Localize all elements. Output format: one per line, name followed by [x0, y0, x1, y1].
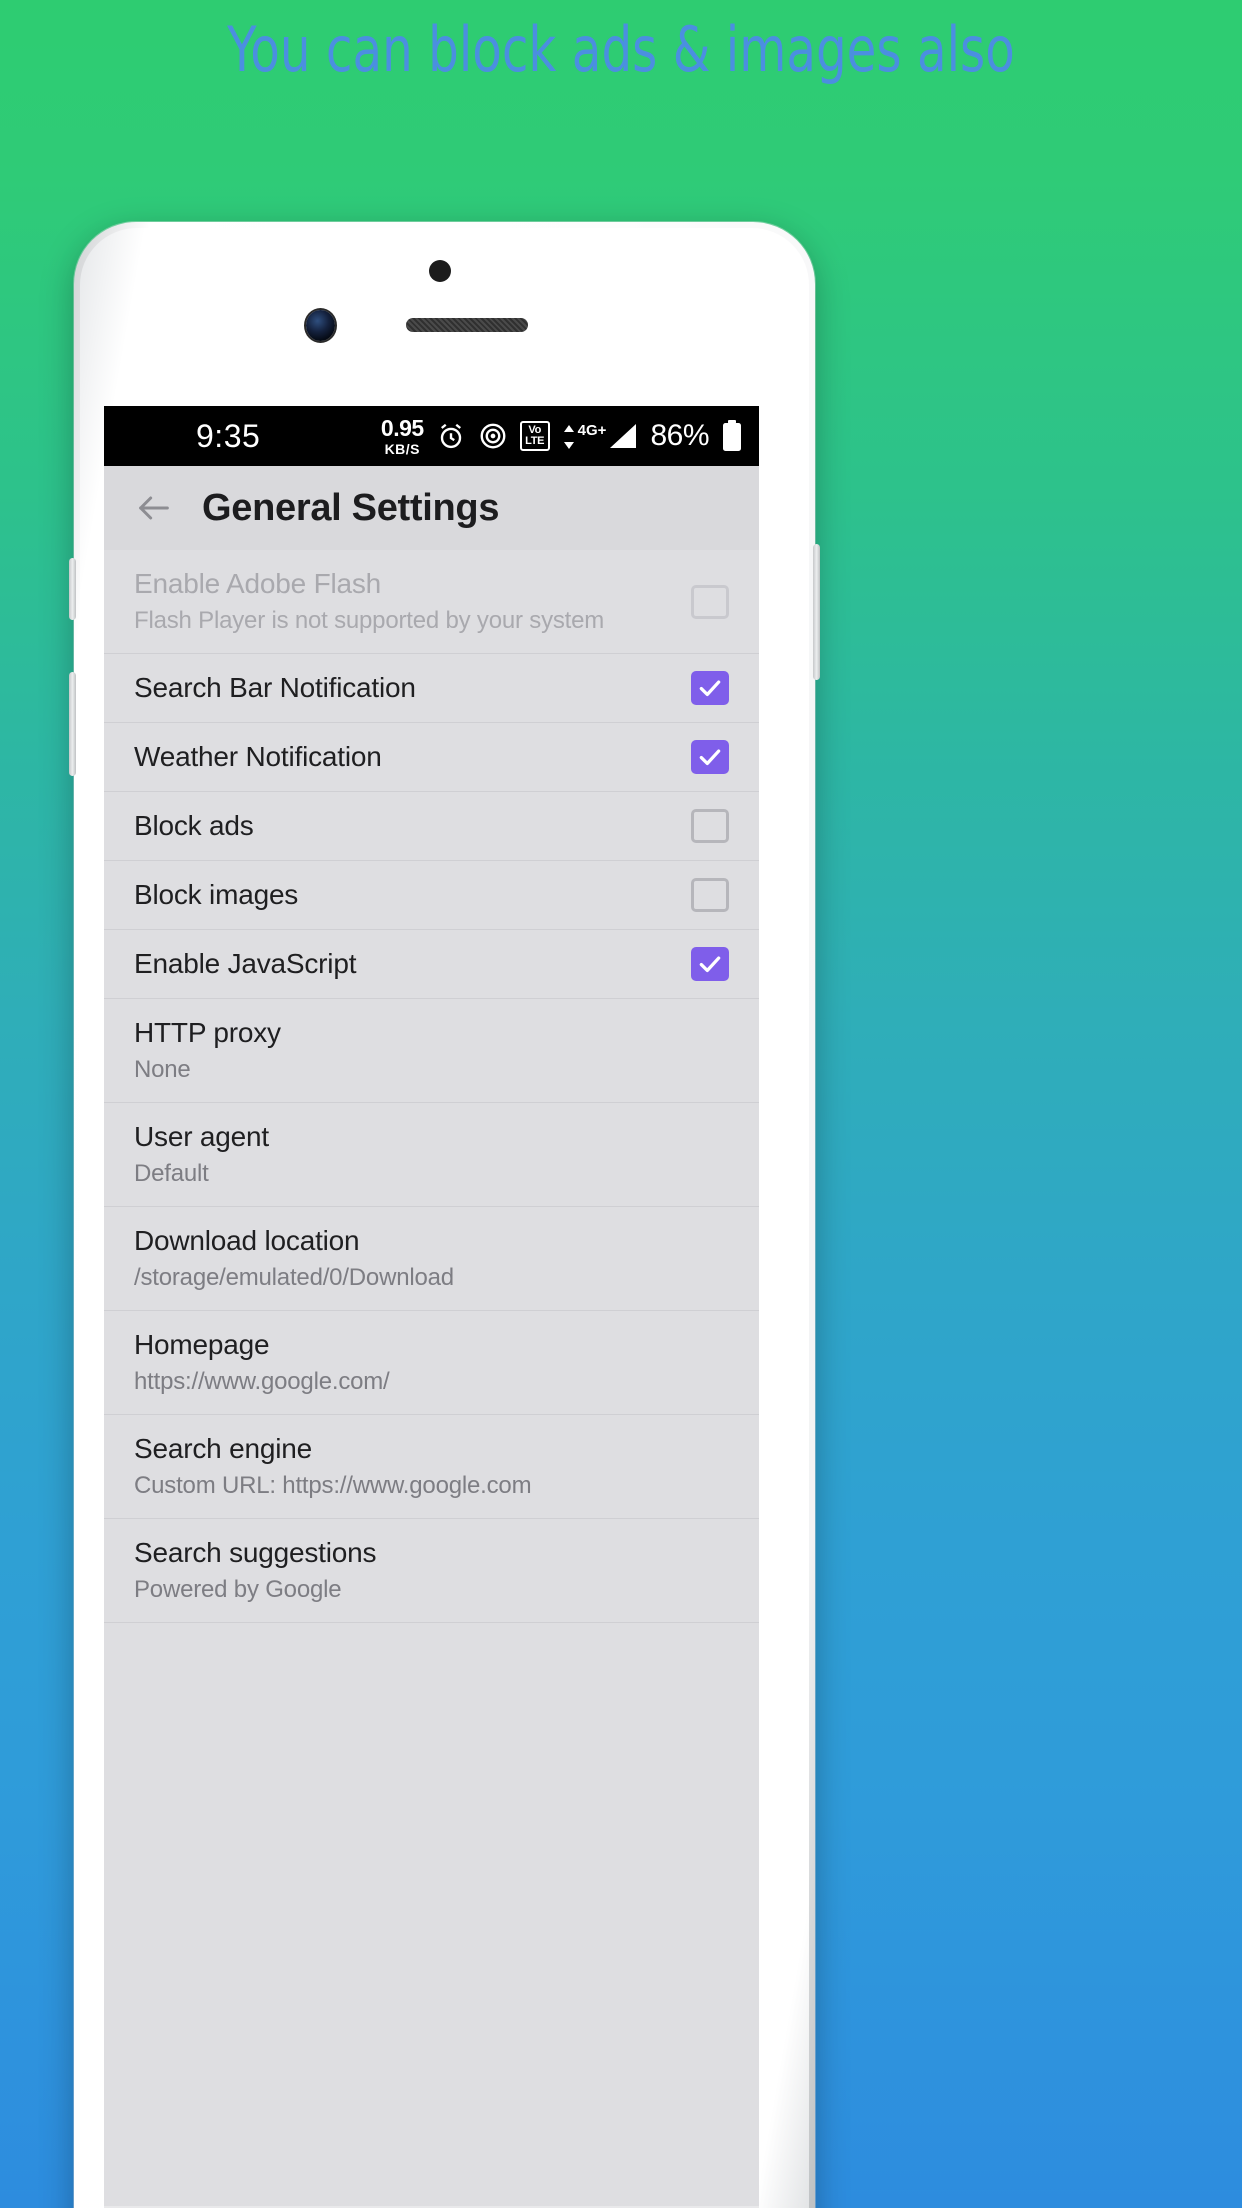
row-user-agent[interactable]: User agent Default	[104, 1103, 759, 1207]
row-text-group: Homepage https://www.google.com/	[134, 1328, 729, 1395]
status-bar: 9:35 0.95 KB/S Vo LTE 4G+ 86%	[104, 406, 759, 466]
arrow-left-icon[interactable]	[132, 486, 176, 530]
app-bar: General Settings	[104, 466, 759, 550]
checkbox-weather-notification[interactable]	[691, 740, 729, 774]
row-search-suggestions[interactable]: Search suggestions Powered by Google	[104, 1519, 759, 1623]
row-homepage[interactable]: Homepage https://www.google.com/	[104, 1311, 759, 1415]
battery-full-icon	[721, 420, 743, 452]
row-title: Search suggestions	[134, 1536, 377, 1568]
row-block-ads[interactable]: Block ads	[104, 792, 759, 861]
checkbox-search-bar-notification[interactable]	[691, 671, 729, 705]
row-text-group: Download location/storage/emulated/0/Dow…	[134, 1224, 729, 1291]
promo-headline: You can block ads & images also	[227, 13, 1015, 86]
row-title: Homepage	[134, 1328, 270, 1360]
promo-banner: You can block ads & images also 9:35 0.9…	[0, 0, 1242, 2208]
row-text-group: HTTP proxy None	[134, 1016, 729, 1083]
phone-screen: 9:35 0.95 KB/S Vo LTE 4G+ 86% General Se…	[104, 406, 759, 2208]
checkbox-enable-javascript[interactable]	[691, 947, 729, 981]
network-type-label: 4G+	[577, 422, 607, 439]
row-subtitle: None	[134, 1056, 191, 1083]
row-text-group: User agent Default	[134, 1120, 729, 1187]
front-camera-icon	[306, 310, 335, 341]
checkbox-block-images[interactable]	[691, 878, 729, 912]
row-enable-adobe-flash: Enable Adobe Flash Flash Player is not su…	[104, 550, 759, 654]
phone-volume-up-button	[69, 558, 76, 620]
row-text-group: Block images	[134, 878, 691, 911]
row-weather-notification[interactable]: Weather Notification	[104, 723, 759, 792]
row-subtitle: Default	[134, 1160, 209, 1187]
row-search-engine[interactable]: Search engine Custom URL: https://www.goo…	[104, 1415, 759, 1519]
row-title: User agent	[134, 1120, 269, 1152]
signal-strength-icon: 4G+	[562, 422, 639, 450]
row-text-group: Search engine Custom URL: https://www.goo…	[134, 1432, 729, 1499]
network-speed-unit: KB/S	[384, 440, 421, 457]
row-search-bar-notification[interactable]: Search Bar Notification	[104, 654, 759, 723]
row-subtitle: https://www.google.com/	[134, 1368, 390, 1395]
row-download-location[interactable]: Download location/storage/emulated/0/Dow…	[104, 1207, 759, 1311]
phone-device-mockup: 9:35 0.95 KB/S Vo LTE 4G+ 86% General Se…	[69, 222, 820, 2208]
earpiece-speaker	[405, 318, 528, 332]
row-title: Enable JavaScript	[134, 947, 357, 979]
row-text-group: Enable Adobe Flash Flash Player is not su…	[134, 567, 691, 634]
row-subtitle: Flash Player is not supported by your sy…	[134, 607, 605, 634]
volte-label-bottom: LTE	[525, 435, 545, 447]
row-text-group: Enable JavaScript	[134, 947, 691, 980]
row-subtitle: Powered by Google	[134, 1576, 342, 1603]
row-title: Enable Adobe Flash	[134, 567, 382, 599]
checkbox-block-ads[interactable]	[691, 809, 729, 843]
network-speed-indicator: 0.95 KB/S	[380, 414, 424, 457]
row-text-group: Weather Notification	[134, 740, 691, 773]
row-title: Search Bar Notification	[134, 671, 416, 703]
row-text-group: Block ads	[134, 809, 691, 842]
row-block-images[interactable]: Block images	[104, 861, 759, 930]
proximity-sensor	[429, 260, 451, 282]
row-text-group: Search suggestions Powered by Google	[134, 1536, 729, 1603]
row-subtitle: Custom URL: https://www.google.com	[134, 1472, 532, 1499]
row-http-proxy[interactable]: HTTP proxy None	[104, 999, 759, 1103]
row-title: Download location	[134, 1224, 360, 1256]
row-title: Block images	[134, 878, 299, 910]
page-title: General Settings	[202, 486, 500, 529]
row-title: HTTP proxy	[134, 1016, 281, 1048]
status-time: 9:35	[196, 417, 261, 454]
checkbox-enable-adobe-flash	[691, 584, 729, 619]
network-speed-value: 0.95	[380, 414, 424, 441]
cast-icon	[478, 421, 508, 451]
phone-volume-down-button	[69, 672, 76, 776]
alarm-clock-icon	[436, 421, 466, 451]
row-subtitle: /storage/emulated/0/Download	[134, 1264, 454, 1291]
row-title: Weather Notification	[134, 740, 382, 772]
settings-list[interactable]: Enable Adobe Flash Flash Player is not su…	[104, 550, 759, 2206]
row-title: Search engine	[134, 1432, 312, 1464]
volte-icon: Vo LTE	[519, 421, 550, 451]
phone-power-button	[813, 544, 820, 680]
row-enable-javascript[interactable]: Enable JavaScript	[104, 930, 759, 999]
status-icons-group: 0.95 KB/S Vo LTE 4G+ 86%	[380, 414, 743, 457]
row-text-group: Search Bar Notification	[134, 671, 691, 704]
row-title: Block ads	[134, 809, 254, 841]
battery-percent-label: 86%	[650, 419, 709, 452]
